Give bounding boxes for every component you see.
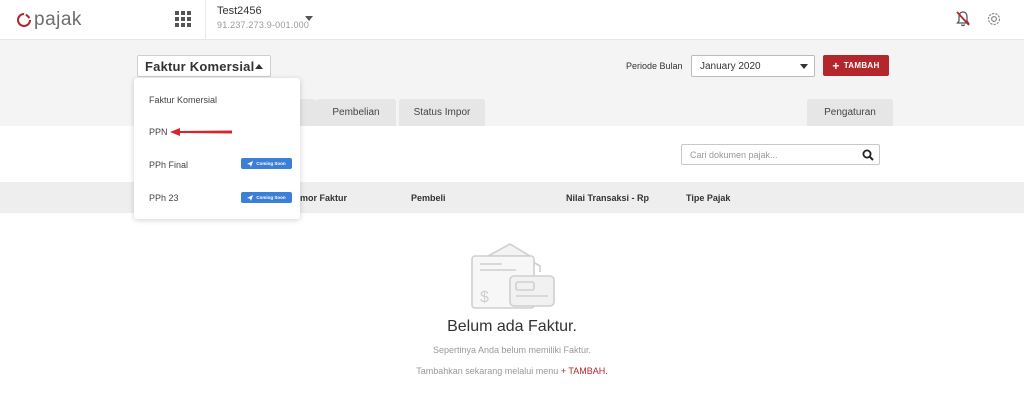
badge-label: Coming Soon <box>256 161 286 166</box>
caret-down-icon[interactable] <box>305 16 313 21</box>
search-box <box>681 144 880 165</box>
tambah-link[interactable]: + TAMBAH. <box>561 366 608 376</box>
paper-plane-icon <box>247 194 254 201</box>
faktur-type-label: Faktur Komersial <box>145 58 255 74</box>
paper-plane-icon <box>247 160 254 167</box>
dropdown-item-pph-final[interactable]: PPh Final <box>149 160 188 170</box>
logo-text: pajak <box>34 9 82 30</box>
logo[interactable]: pajak <box>16 9 82 31</box>
column-header-tipe-pajak[interactable]: Tipe Pajak <box>686 193 730 203</box>
top-bar: pajak Test2456 91.237.273.9-001.000 <box>0 0 1024 40</box>
periode-label: Periode Bulan <box>626 61 683 71</box>
svg-text:$: $ <box>480 289 489 306</box>
empty-state-cta: Tambahkan sekarang melalui menu + TAMBAH… <box>0 366 1024 376</box>
dropdown-item-faktur-komersial[interactable]: Faktur Komersial <box>149 95 217 105</box>
company-npwp: 91.237.273.9-001.000 <box>217 20 310 30</box>
empty-state-cta-text: Tambahkan sekarang melalui menu <box>416 366 561 376</box>
caret-up-icon <box>255 64 263 69</box>
gear-icon[interactable] <box>985 10 1003 28</box>
tab-label: Pembelian <box>332 107 380 118</box>
empty-state-title: Belum ada Faktur. <box>447 318 577 335</box>
tab-pengaturan[interactable]: Pengaturan <box>807 99 893 126</box>
faktur-type-dropdown: Faktur Komersial PPN PPh Final Coming So… <box>134 78 300 219</box>
plus-icon: + <box>832 58 840 73</box>
company-name: Test2456 <box>217 5 262 17</box>
periode-value: January 2020 <box>700 60 761 72</box>
tab-label: Pengaturan <box>824 107 876 118</box>
divider <box>205 0 206 40</box>
coming-soon-badge: Coming Soon <box>241 158 292 169</box>
badge-label: Coming Soon <box>256 195 286 200</box>
column-header-nomor-faktur[interactable]: mor Faktur <box>300 193 347 203</box>
empty-invoice-illustration-icon: $ <box>471 243 555 309</box>
company-switcher[interactable]: Test2456 91.237.273.9-001.000 <box>217 5 309 30</box>
dropdown-item-pph-23[interactable]: PPh 23 <box>149 193 179 203</box>
apps-grid-icon[interactable] <box>175 11 191 27</box>
logo-mark-icon <box>17 13 31 27</box>
annotation-arrow-icon <box>170 128 232 136</box>
column-header-nilai-transaksi[interactable]: Nilai Transaksi - Rp <box>566 193 649 203</box>
caret-down-icon <box>800 64 808 69</box>
tab-label: Status Impor <box>413 107 471 118</box>
search-input[interactable] <box>682 145 852 165</box>
periode-select[interactable]: January 2020 <box>691 55 815 77</box>
search-icon[interactable] <box>862 149 874 161</box>
dropdown-item-ppn[interactable]: PPN <box>149 127 168 137</box>
tambah-label: TAMBAH <box>843 61 880 70</box>
tambah-button[interactable]: + TAMBAH <box>823 55 889 76</box>
empty-state-subtitle: Sepertinya Anda belum memiliki Faktur. <box>432 345 592 355</box>
coming-soon-badge: Coming Soon <box>241 192 292 203</box>
notification-bell-icon[interactable] <box>955 10 971 28</box>
column-header-pembeli[interactable]: Pembeli <box>411 193 446 203</box>
tab-status-impor[interactable]: Status Impor <box>399 99 485 126</box>
tab-pembelian[interactable]: Pembelian <box>316 99 396 126</box>
faktur-type-select[interactable]: Faktur Komersial <box>137 55 271 77</box>
